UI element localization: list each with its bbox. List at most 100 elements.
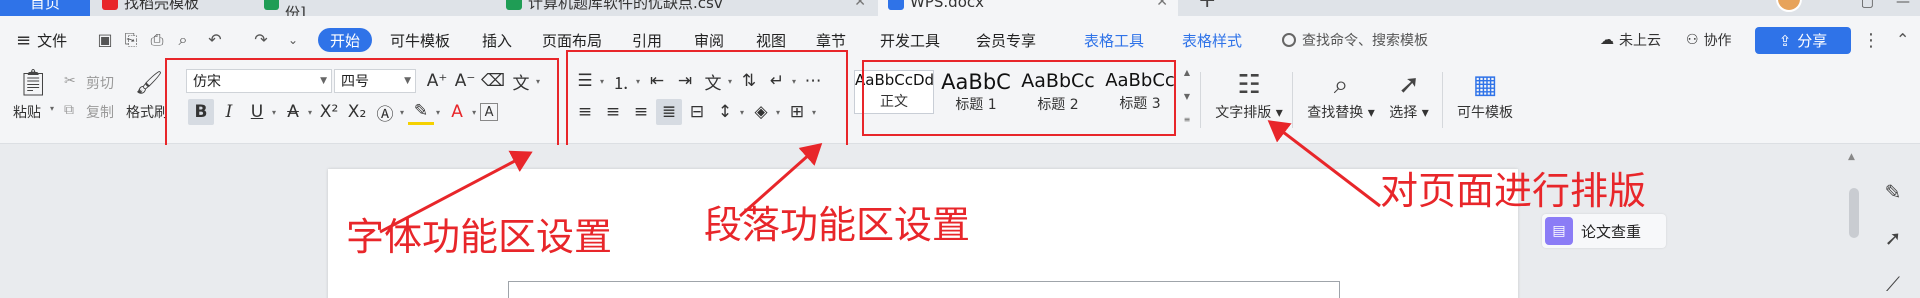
select-label: 选择	[1389, 105, 1418, 121]
window-controls: ▢ —	[1861, 0, 1910, 10]
hamburger-icon: ≡	[16, 29, 32, 51]
pointer-icon[interactable]: ➚	[1885, 226, 1902, 250]
share-button[interactable]: ⇪ 分享	[1755, 27, 1851, 54]
spreadsheet-icon	[506, 0, 522, 10]
docer-icon	[102, 0, 118, 10]
paragraph-group-highlight	[566, 50, 848, 152]
tab-file-3[interactable]: WPS.docx ✕	[878, 0, 1178, 16]
share-icon: ⇪	[1778, 31, 1792, 50]
tab-file-1[interactable]: 计算机题库软件的...2244 备份]	[254, 0, 494, 16]
search-icon	[1282, 33, 1296, 47]
cut-button[interactable]: 剪切	[86, 73, 114, 93]
minimize-icon[interactable]: —	[1896, 0, 1910, 10]
font-group-highlight	[165, 58, 559, 154]
command-search[interactable]: 查找命令、搜索模板	[1282, 16, 1428, 64]
line-tool-icon[interactable]: ⟋	[1886, 272, 1900, 296]
document-tab-bar: 首页 找稻壳模板 计算机题库软件的...2244 备份] 计算机题库软件的优缺点…	[0, 0, 1920, 16]
tab-table-style[interactable]: 表格样式	[1182, 16, 1242, 64]
template-grid-icon: ▦	[1472, 70, 1498, 100]
collab-label: 协作	[1703, 33, 1732, 49]
expand-gallery-icon[interactable]: ≡	[1184, 115, 1191, 124]
cloud-icon: ☁	[1600, 32, 1614, 48]
cloud-status-label: 未上云	[1619, 33, 1661, 49]
chevron-up-icon[interactable]: ⌃	[1896, 30, 1909, 49]
pen-icon[interactable]: ✎	[1885, 180, 1902, 204]
cut-icon: ✂	[64, 73, 76, 89]
tab-template-label: 找稻壳模板	[124, 0, 200, 12]
wps-window: 首页 找稻壳模板 计算机题库软件的...2244 备份] 计算机题库软件的优缺点…	[0, 0, 1920, 298]
file-menu-label: 文件	[37, 31, 68, 50]
tab-file-2-label: 计算机题库软件的优缺点.csv	[528, 0, 723, 12]
chevron-down-icon[interactable]: ▾	[50, 104, 54, 113]
redo-icon[interactable]: ↷	[252, 31, 270, 49]
annotation-font-area: 字体功能区设置	[346, 215, 613, 259]
restore-icon[interactable]: ▢	[1861, 0, 1874, 10]
text-layout-button[interactable]: ☷ 文字排版 ▾	[1212, 68, 1286, 122]
kn-template-label: 可牛模板	[1457, 105, 1513, 121]
tab-file-2[interactable]: 计算机题库软件的优缺点.csv ✕	[496, 0, 876, 16]
menu-bar: ≡ 文件 ▣ ⎘ ⎙ ⌕ ↶ ↷ ⌄ 开始 可牛模板 插入 页面布局 引用 审阅…	[0, 16, 1920, 64]
divider	[1292, 72, 1293, 128]
thesis-check-label: 论文查重	[1581, 222, 1642, 241]
share-label: 分享	[1797, 32, 1828, 50]
kn-template-button[interactable]: ▦ 可牛模板	[1450, 68, 1520, 122]
paste-icon[interactable]: 📋︎	[16, 68, 50, 98]
paste-button[interactable]: 粘贴	[13, 102, 41, 122]
undo-icon[interactable]: ↶	[206, 31, 224, 49]
vertical-scrollbar[interactable]: ▲	[1846, 148, 1862, 298]
copy-button[interactable]: 复制	[86, 102, 114, 122]
tab-home-label: 首页	[29, 0, 60, 12]
magnifier-icon: ⌕	[1333, 69, 1349, 100]
annotation-layout: 对页面进行排版	[1380, 169, 1647, 213]
more-icon[interactable]: ⋮	[1862, 30, 1880, 51]
find-replace-button[interactable]: ⌕ 查找替换 ▾	[1300, 68, 1382, 122]
file-menu[interactable]: ≡ 文件	[16, 16, 67, 64]
spreadsheet-icon	[264, 0, 279, 10]
format-painter-button[interactable]: 格式刷	[126, 102, 168, 122]
text-layout-icon: ☷	[1237, 70, 1261, 100]
customize-chevron-icon[interactable]: ⌄	[284, 31, 302, 49]
tab-file-3-label: WPS.docx	[910, 0, 984, 11]
close-icon[interactable]: ✕	[1156, 0, 1168, 10]
tab-start[interactable]: 开始	[318, 28, 372, 52]
tab-kn-template[interactable]: 可牛模板	[390, 16, 450, 64]
side-toolbar: ✎ ➚ ⟋	[1878, 180, 1908, 296]
divider	[1200, 72, 1201, 128]
divider	[1442, 72, 1443, 128]
cursor-arrow-icon: ➚	[1398, 70, 1420, 100]
save-icon[interactable]: ▣	[96, 31, 114, 49]
thesis-check-icon: ▤	[1545, 217, 1573, 245]
close-icon[interactable]: ✕	[854, 0, 866, 10]
user-icon: ⚇	[1686, 32, 1699, 48]
select-button[interactable]: ➚ 选择 ▾	[1382, 68, 1436, 122]
command-search-placeholder: 查找命令、搜索模板	[1302, 33, 1428, 49]
scrollbar-thumb[interactable]	[1849, 188, 1859, 238]
chevron-up-icon[interactable]: ▲	[1848, 152, 1855, 162]
styles-group-highlight	[862, 60, 1176, 136]
page-margin-marker	[508, 281, 1340, 298]
tab-developer[interactable]: 开发工具	[880, 16, 940, 64]
tab-file-1-label: 计算机题库软件的...2244 备份]	[284, 0, 477, 16]
tab-member[interactable]: 会员专享	[976, 16, 1036, 64]
format-painter-icon[interactable]: 🖌︎	[135, 68, 163, 98]
text-layout-label: 文字排版	[1215, 105, 1272, 121]
copy-icon: ⧉	[64, 102, 74, 118]
print-preview-icon[interactable]: ⌕	[174, 31, 192, 49]
avatar[interactable]	[1776, 0, 1802, 12]
style-gallery-scroll[interactable]: ▲ ▼ ≡	[1180, 68, 1194, 124]
cloud-status[interactable]: ☁ 未上云	[1600, 16, 1661, 64]
find-replace-label: 查找替换	[1307, 105, 1364, 121]
thesis-check-button[interactable]: ▤ 论文查重	[1542, 214, 1666, 248]
tab-template[interactable]: 找稻壳模板	[92, 0, 252, 16]
tab-home[interactable]: 首页	[0, 0, 90, 16]
collab-button[interactable]: ⚇ 协作	[1686, 16, 1732, 64]
document-icon	[888, 0, 904, 10]
print-icon[interactable]: ⎙	[148, 31, 166, 49]
export-pdf-icon[interactable]: ⎘	[122, 31, 140, 49]
chevron-down-icon[interactable]: ▼	[1184, 92, 1190, 101]
new-tab-button[interactable]: +	[1198, 0, 1216, 13]
annotation-paragraph-area: 段落功能区设置	[704, 203, 971, 247]
chevron-up-icon[interactable]: ▲	[1184, 68, 1190, 77]
tab-insert[interactable]: 插入	[482, 16, 512, 64]
tab-table-tools[interactable]: 表格工具	[1084, 16, 1144, 64]
